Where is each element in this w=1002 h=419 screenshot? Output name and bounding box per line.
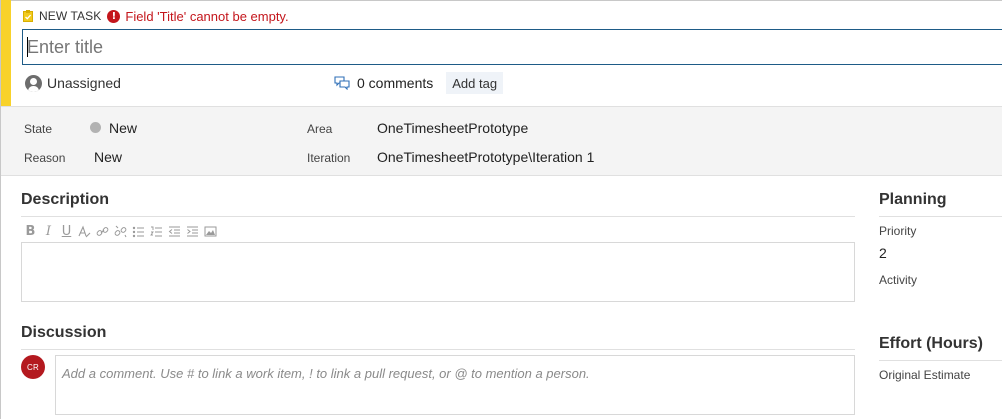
original-estimate-label: Original Estimate xyxy=(879,368,971,382)
planning-divider xyxy=(879,216,1002,217)
comment-input[interactable] xyxy=(55,355,855,415)
reason-label: Reason xyxy=(24,151,66,165)
work-item-type-color-bar xyxy=(1,0,11,106)
task-clipboard-icon xyxy=(23,10,33,22)
link-icon[interactable] xyxy=(95,223,110,239)
work-item-type-label: NEW TASK xyxy=(39,9,102,23)
increase-indent-icon[interactable] xyxy=(185,223,200,239)
error-icon: ! xyxy=(107,9,121,23)
state-dropdown[interactable]: New xyxy=(109,120,137,136)
activity-dropdown[interactable] xyxy=(879,290,1002,310)
original-estimate-input[interactable] xyxy=(879,386,1002,406)
description-editor[interactable] xyxy=(21,242,855,302)
effort-divider xyxy=(879,360,1002,361)
comments-area: 0 comments Add tag xyxy=(334,72,504,94)
state-indicator-dot xyxy=(90,122,101,133)
work-item-type-row: NEW TASK ! Field 'Title' cannot be empty… xyxy=(23,8,289,24)
numbered-list-icon[interactable] xyxy=(149,223,164,239)
iteration-label: Iteration xyxy=(307,151,351,165)
rich-text-toolbar: B I U xyxy=(23,222,218,240)
underline-icon[interactable]: U xyxy=(59,223,74,239)
priority-label: Priority xyxy=(879,224,917,238)
comments-count-link[interactable]: 0 comments xyxy=(357,75,433,91)
state-label: State xyxy=(24,122,53,136)
priority-dropdown[interactable]: 2 xyxy=(879,245,887,261)
avatar: CR xyxy=(21,355,45,379)
effort-heading: Effort (Hours) xyxy=(879,335,983,352)
work-item-form: NEW TASK ! Field 'Title' cannot be empty… xyxy=(0,0,1002,419)
bold-icon[interactable]: B xyxy=(23,223,38,239)
italic-icon[interactable]: I xyxy=(41,223,56,239)
title-input[interactable] xyxy=(22,29,1002,65)
description-heading: Description xyxy=(21,191,110,208)
title-error-message: Field 'Title' cannot be empty. xyxy=(125,8,289,24)
iteration-path-picker[interactable]: OneTimesheetPrototype\Iteration 1 xyxy=(377,149,594,165)
highlight-icon[interactable] xyxy=(77,223,92,239)
reason-dropdown[interactable]: New xyxy=(94,149,122,165)
add-tag-button[interactable]: Add tag xyxy=(446,72,504,94)
description-divider xyxy=(21,216,855,217)
planning-heading: Planning xyxy=(879,191,947,208)
comments-icon xyxy=(334,76,350,91)
discussion-heading: Discussion xyxy=(21,324,107,341)
header-top-border xyxy=(1,0,1002,1)
work-item-header: NEW TASK ! Field 'Title' cannot be empty… xyxy=(1,0,1002,106)
assigned-to-picker[interactable]: Unassigned xyxy=(25,72,121,94)
activity-label: Activity xyxy=(879,273,918,287)
unassigned-avatar-icon xyxy=(25,74,42,92)
decrease-indent-icon[interactable] xyxy=(167,223,182,239)
bulleted-list-icon[interactable] xyxy=(131,223,146,239)
unlink-icon[interactable] xyxy=(113,223,128,239)
assigned-to-label: Unassigned xyxy=(47,75,121,91)
image-icon[interactable] xyxy=(203,223,218,239)
work-item-fields-section: State New Reason New Area OneTimesheetPr… xyxy=(1,106,1002,176)
discussion-divider xyxy=(21,349,855,350)
text-caret xyxy=(27,37,28,57)
area-path-picker[interactable]: OneTimesheetPrototype xyxy=(377,120,528,136)
area-label: Area xyxy=(307,122,333,136)
